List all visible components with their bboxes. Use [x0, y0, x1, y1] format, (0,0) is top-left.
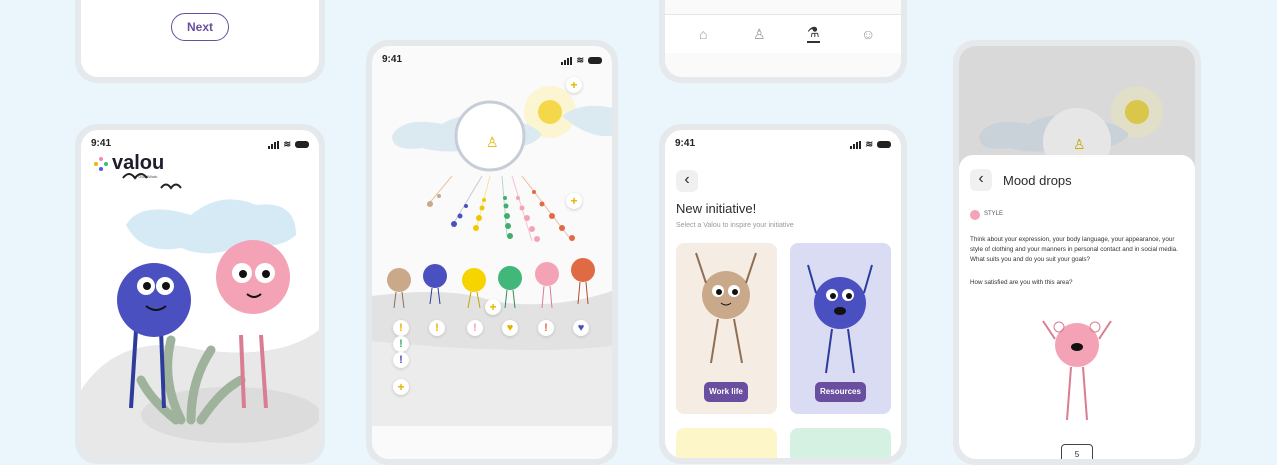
status-bar: 9:41 ≋ — [675, 138, 891, 152]
phone-mood-overview: 9:41 ≋ ♙ + + + + ! ! ! ! ! ♥ ! ♥ — [366, 40, 618, 465]
profile-icon[interactable]: ♙ — [486, 134, 499, 151]
battery-icon — [877, 141, 891, 148]
initiative-card-work-life[interactable]: Work life — [676, 243, 777, 414]
sheet-title: Mood drops — [1003, 173, 1072, 188]
page-subtitle: Select a Valou to inspire your initiativ… — [676, 222, 794, 229]
phone-screen: ♙ ‹ Mood drops STYLE Think about your ex… — [959, 46, 1195, 459]
status-icons: ≋ — [850, 139, 891, 150]
back-button[interactable]: ‹ — [970, 169, 992, 191]
add-button[interactable]: + — [566, 77, 582, 93]
mood-illustration — [372, 86, 612, 426]
mark-red[interactable]: ♥ — [573, 320, 589, 336]
phone-screen: Next — [81, 0, 319, 77]
add-button[interactable]: + — [566, 193, 582, 209]
mark-blue[interactable]: ! — [429, 320, 445, 336]
phone-screen: ⌂ ♙ ⚗ ☺ — [665, 0, 901, 77]
phone-new-initiative: 9:41 ≋ ‹ New initiative! Select a Valou … — [659, 124, 907, 464]
mark-yellow[interactable]: ! — [467, 320, 483, 336]
signal-icon — [268, 140, 280, 149]
phone-mood-drops: ♙ ‹ Mood drops STYLE Think about your ex… — [953, 40, 1201, 465]
mark-tan[interactable]: ! — [393, 320, 409, 336]
home-icon[interactable]: ⌂ — [699, 26, 707, 42]
phone-screen: 9:41 ≋ ♙ + + + + ! ! ! ! ! ♥ ! ♥ — [372, 46, 612, 459]
blue-character — [807, 264, 873, 374]
score-box[interactable]: 5 — [1061, 444, 1093, 459]
tan-character — [695, 252, 757, 364]
profile-icon[interactable]: ♙ — [753, 26, 766, 43]
mark-pink[interactable]: ! — [538, 320, 554, 336]
page-title: New initiative! — [676, 201, 757, 216]
initiative-card-resources[interactable]: Resources — [790, 243, 891, 414]
back-button[interactable]: ‹ — [676, 170, 698, 192]
status-time: 9:41 — [675, 138, 696, 149]
style-dot-icon — [970, 210, 980, 220]
phone-onboarding-next: Next — [75, 0, 325, 83]
wifi-icon: ≋ — [865, 139, 873, 149]
status-bar: 9:41 ≋ — [91, 138, 309, 152]
initiatives-icon[interactable]: ⚗ — [807, 24, 820, 43]
body-text: Think about your expression, your body l… — [970, 236, 1178, 263]
initiative-card-yellow[interactable] — [676, 428, 777, 458]
bottom-sheet: ‹ Mood drops STYLE Think about your expr… — [959, 155, 1195, 459]
bottom-nav: ⌂ ♙ ⚗ ☺ — [665, 14, 901, 53]
add-button[interactable]: + — [393, 379, 409, 395]
add-button[interactable]: + — [485, 299, 501, 315]
phone-splash: 9:41 ≋ valou by GoodWork — [75, 124, 325, 464]
mark-green[interactable]: ♥ — [502, 320, 518, 336]
status-time: 9:41 — [91, 138, 112, 149]
question-text: How satisfied are you with this area? — [970, 279, 1073, 286]
mood-icon[interactable]: ☺ — [861, 26, 875, 42]
phone-screen: 9:41 ≋ valou by GoodWork — [81, 130, 319, 458]
splash-illustration — [81, 173, 319, 458]
signal-icon — [850, 140, 862, 149]
mark-tan-3[interactable]: ! — [393, 352, 409, 368]
profile-icon: ♙ — [1073, 136, 1086, 152]
battery-icon — [295, 141, 309, 148]
resources-button[interactable]: Resources — [815, 382, 866, 402]
pink-character — [1042, 320, 1112, 421]
wifi-icon: ≋ — [283, 139, 291, 149]
phone-nav: ⌂ ♙ ⚗ ☺ — [659, 0, 907, 83]
tag-label: STYLE — [984, 211, 1004, 217]
initiative-card-green[interactable] — [790, 428, 891, 458]
mark-tan-2[interactable]: ! — [393, 336, 409, 352]
status-icons: ≋ — [268, 139, 309, 150]
next-button[interactable]: Next — [171, 13, 229, 41]
phone-screen: 9:41 ≋ ‹ New initiative! Select a Valou … — [665, 130, 901, 458]
work-life-button[interactable]: Work life — [704, 382, 748, 402]
